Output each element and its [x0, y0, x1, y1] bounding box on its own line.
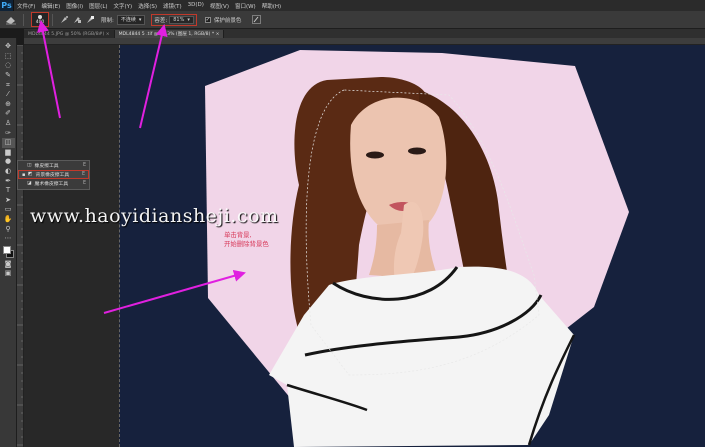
tolerance-control[interactable]: 容差: 81% ▾: [151, 13, 197, 26]
screen-mode-icon[interactable]: ▣: [2, 269, 15, 279]
tolerance-value: 81%: [173, 16, 185, 23]
stamp-icon[interactable]: ♙: [2, 119, 15, 129]
gradient-icon[interactable]: ▆: [2, 148, 15, 158]
right-eye-shape: [408, 147, 426, 155]
tab-document-jpg[interactable]: MDL4844 5.JPG @ 50% (RGB/8#) ×: [24, 30, 115, 38]
left-eye-shape: [366, 151, 384, 159]
chevron-down-icon: ▾: [138, 16, 142, 23]
tolerance-input[interactable]: 81% ▾: [169, 15, 194, 24]
sampling-once-icon[interactable]: [72, 15, 82, 25]
menu-item[interactable]: 编辑(E): [38, 2, 63, 10]
tolerance-label: 容差:: [154, 17, 168, 24]
separator: [52, 13, 53, 26]
marquee-icon[interactable]: ⬚: [2, 52, 15, 62]
shape-icon[interactable]: ▭: [2, 205, 15, 215]
eraser-icon[interactable]: ◫: [1, 137, 15, 148]
brush-size-value: 400: [35, 19, 45, 25]
horizontal-ruler: [24, 38, 705, 45]
crop-icon[interactable]: ⌗: [2, 80, 15, 90]
menu-item[interactable]: 文字(Y): [111, 2, 136, 10]
eraser-tool-icon: ◫: [27, 163, 32, 168]
limits-label: 限制:: [101, 17, 114, 24]
flyout-item-background-eraser[interactable]: ▪ ◩ 背景橡皮擦工具 E: [18, 170, 89, 179]
type-icon[interactable]: T: [2, 186, 15, 196]
photoshop-logo: Ps: [0, 0, 14, 11]
eraser-tool-flyout: ◫ 橡皮擦工具 E ▪ ◩ 背景橡皮擦工具 E ◪ 魔术橡皮擦工具 E: [17, 160, 90, 190]
sampling-swatch-icon[interactable]: [85, 15, 95, 25]
lasso-icon[interactable]: ◌: [2, 61, 15, 71]
site-watermark: www.haoyidiansheji.com: [30, 205, 279, 227]
menu-item[interactable]: 滤镜(T): [160, 2, 185, 10]
selected-bullet-icon: ▪: [22, 171, 26, 178]
tab-document-tif[interactable]: MDL4844 5 .tif @ 33.3% (图层 1, RGB/8) * ×: [114, 30, 225, 38]
pressure-size-icon[interactable]: [251, 15, 261, 25]
canvas-artwork: [205, 50, 629, 447]
dodge-icon[interactable]: ◐: [2, 167, 15, 177]
background-eraser-icon[interactable]: [2, 13, 20, 27]
brush-tip-icon: [38, 14, 42, 19]
document-tab-bar: MDL4844 5.JPG @ 50% (RGB/8#) × MDL4844 5…: [24, 29, 705, 38]
menu-item[interactable]: 选择(S): [135, 2, 160, 10]
hand-icon[interactable]: ✋: [2, 215, 15, 225]
protect-foreground-checkbox[interactable]: ✓: [204, 16, 211, 23]
blur-icon[interactable]: ●: [2, 157, 15, 167]
flyout-shortcut: E: [81, 172, 85, 177]
flyout-shortcut: E: [82, 163, 86, 168]
limits-value: 不连续: [120, 17, 136, 23]
menu-item[interactable]: 图层(L): [86, 2, 110, 10]
flyout-label: 橡皮擦工具: [34, 164, 59, 169]
chevron-down-icon: ▾: [187, 16, 190, 23]
tools-panel: ✥ ⬚ ◌ ✎ ⌗ ⁄ ⊕ ✐ ♙ ✑ ◫ ▆ ● ◐ ✒ T ➤ ▭ ✋ ⚲ …: [0, 38, 17, 447]
pen-icon[interactable]: ✒: [2, 176, 15, 186]
brush-icon[interactable]: ✐: [2, 109, 15, 119]
instruction-annotation: 单击背景, 开始删除背景色: [224, 231, 269, 248]
menu-bar: Ps 文件(F) 编辑(E) 图像(I) 图层(L) 文字(Y) 选择(S) 滤镜(T) 3D…: [0, 0, 705, 11]
foreground-color-swatch[interactable]: [2, 246, 11, 255]
separator: [23, 13, 24, 26]
move-icon[interactable]: ✥: [2, 42, 15, 52]
color-swatches[interactable]: [2, 245, 15, 259]
limits-select[interactable]: 不连续 ▾: [116, 14, 146, 25]
menu-item[interactable]: 3D(D): [185, 2, 207, 10]
canvas-edge-guide: [119, 45, 120, 447]
flyout-item-magic-eraser[interactable]: ◪ 魔术橡皮擦工具 E: [18, 179, 89, 188]
flyout-label: 魔术橡皮擦工具: [34, 182, 69, 187]
menu-item[interactable]: 文件(F): [14, 2, 38, 10]
background-eraser-tool-icon: ◩: [28, 172, 33, 177]
menu-item[interactable]: 图像(I): [63, 2, 86, 10]
flyout-item-eraser[interactable]: ◫ 橡皮擦工具 E: [18, 161, 89, 170]
brush-size-picker[interactable]: 400: [31, 12, 49, 27]
document-canvas[interactable]: [119, 45, 705, 447]
protect-foreground-label: 保护前景色: [213, 17, 242, 24]
history-brush-icon[interactable]: ✑: [2, 128, 15, 138]
pasteboard: [24, 45, 119, 447]
magic-eraser-tool-icon: ◪: [27, 181, 32, 186]
menu-item[interactable]: 窗口(W): [232, 2, 259, 10]
quick-mask-icon[interactable]: ◙: [2, 259, 15, 269]
flyout-shortcut: E: [82, 181, 86, 186]
menu-item[interactable]: 帮助(H): [259, 2, 284, 10]
healing-icon[interactable]: ⊕: [2, 100, 15, 110]
quick-select-icon[interactable]: ✎: [2, 71, 15, 81]
flyout-label: 背景橡皮擦工具: [35, 173, 70, 178]
vertical-ruler: [17, 45, 24, 447]
path-select-icon[interactable]: ➤: [2, 196, 15, 206]
eyedropper-icon[interactable]: ⁄: [2, 90, 15, 100]
zoom-icon[interactable]: ⚲: [2, 224, 15, 234]
more-tools-icon[interactable]: ⋯: [2, 234, 15, 244]
options-bar: 400 限制: 不连续 ▾ 容差: 81% ▾ ✓ 保护前景色: [0, 11, 705, 29]
sampling-continuous-icon[interactable]: [59, 15, 69, 25]
menu-item[interactable]: 视图(V): [207, 2, 232, 10]
